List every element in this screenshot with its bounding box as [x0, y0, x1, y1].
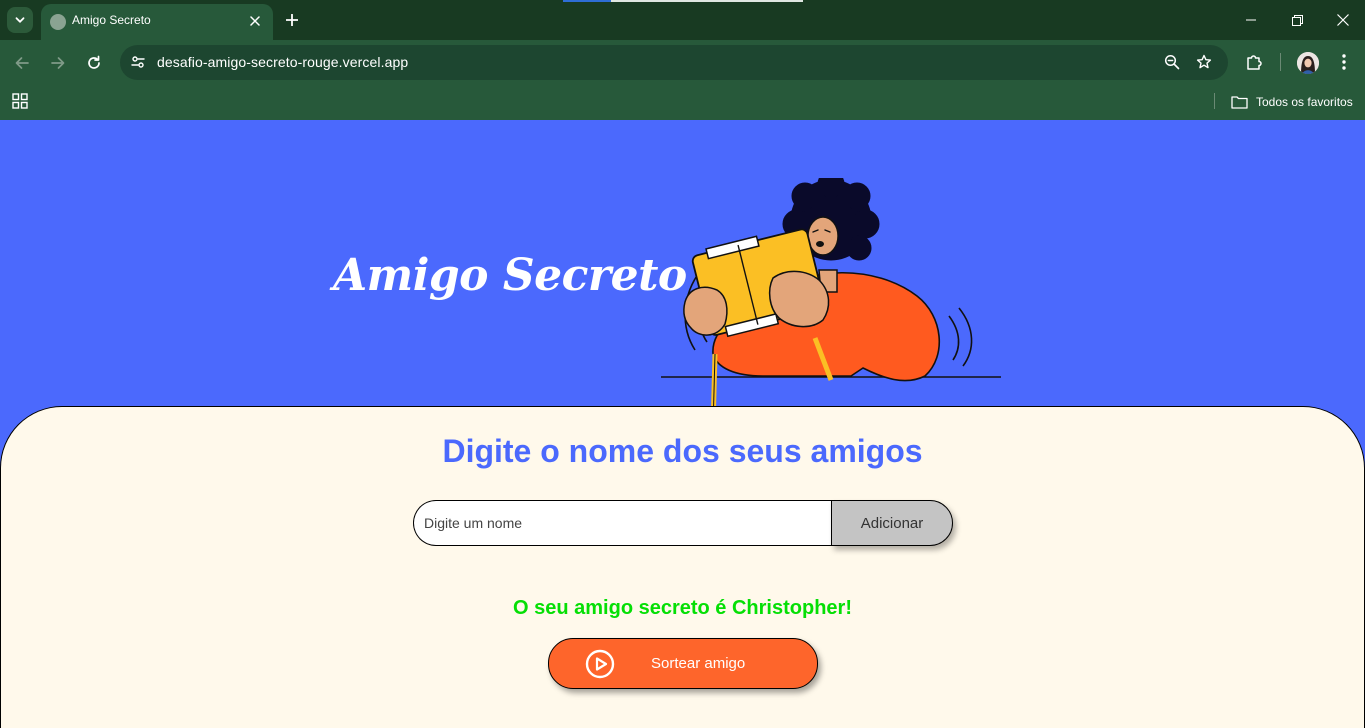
tab-list-button[interactable] [7, 7, 33, 33]
url-text[interactable]: desafio-amigo-secreto-rouge.vercel.app [157, 54, 408, 70]
toolbar-divider [1280, 53, 1281, 71]
back-button[interactable] [9, 50, 35, 76]
zoom-button[interactable] [1161, 51, 1183, 73]
arrow-right-icon [51, 57, 65, 69]
extensions-button[interactable] [1242, 50, 1266, 74]
section-title: Digite o nome dos seus amigos [442, 433, 923, 469]
puzzle-icon [1247, 55, 1262, 70]
tab-drag-indicator [563, 0, 803, 2]
browser-tab-bar: Amigo Secreto [0, 0, 1365, 40]
folder-icon [1231, 96, 1248, 109]
new-tab-button[interactable] [281, 9, 303, 31]
arrow-left-icon [15, 57, 29, 69]
name-input[interactable] [413, 500, 833, 546]
tab-title: Amigo Secreto [72, 13, 151, 27]
browser-toolbar: desafio-amigo-secreto-rouge.vercel.app [0, 40, 1365, 85]
reload-icon [88, 55, 100, 69]
close-window-button[interactable] [1330, 8, 1356, 32]
avatar-icon [1297, 52, 1319, 74]
add-button[interactable]: Adicionar [831, 500, 953, 546]
name-input-group: Adicionar [413, 500, 953, 546]
draw-button-label: Sortear amigo [651, 655, 746, 672]
globe-icon [50, 14, 66, 30]
more-vert-icon [1342, 54, 1346, 70]
draw-friend-button[interactable]: Sortear amigo [548, 638, 818, 689]
apps-grid-icon[interactable] [11, 92, 29, 110]
plus-icon [286, 14, 298, 26]
bookmark-star-button[interactable] [1193, 51, 1215, 73]
restore-icon [1291, 14, 1303, 26]
zoom-icon [1164, 54, 1180, 70]
all-bookmarks-button[interactable]: Todos os favoritos [1231, 92, 1353, 112]
address-bar[interactable]: desafio-amigo-secreto-rouge.vercel.app [120, 45, 1228, 80]
browser-menu-button[interactable] [1332, 50, 1356, 74]
chevron-down-icon [15, 17, 25, 23]
play-circle-icon [585, 649, 615, 679]
close-icon [1337, 14, 1349, 26]
close-icon [250, 16, 260, 26]
tab-close-button[interactable] [245, 11, 265, 31]
page-title: Amigo Secreto [333, 250, 687, 301]
restore-button[interactable] [1284, 8, 1310, 32]
hero-banner: Amigo Secreto [0, 120, 1365, 428]
reload-button[interactable] [81, 50, 107, 76]
result-message: O seu amigo secreto é Christopher! [513, 597, 852, 619]
tune-icon [131, 56, 145, 68]
minimize-icon [1246, 19, 1256, 21]
site-info-button[interactable] [127, 51, 149, 73]
bookmarks-bar: Todos os favoritos [0, 85, 1365, 120]
star-icon [1196, 54, 1212, 69]
minimize-button[interactable] [1238, 8, 1264, 32]
person-shaking-gift-illustration [661, 178, 1001, 428]
profile-avatar[interactable] [1297, 52, 1319, 74]
bookmarks-divider [1214, 93, 1215, 109]
browser-tab-active[interactable]: Amigo Secreto [41, 4, 273, 40]
all-bookmarks-label: Todos os favoritos [1256, 95, 1353, 109]
forward-button[interactable] [45, 50, 71, 76]
